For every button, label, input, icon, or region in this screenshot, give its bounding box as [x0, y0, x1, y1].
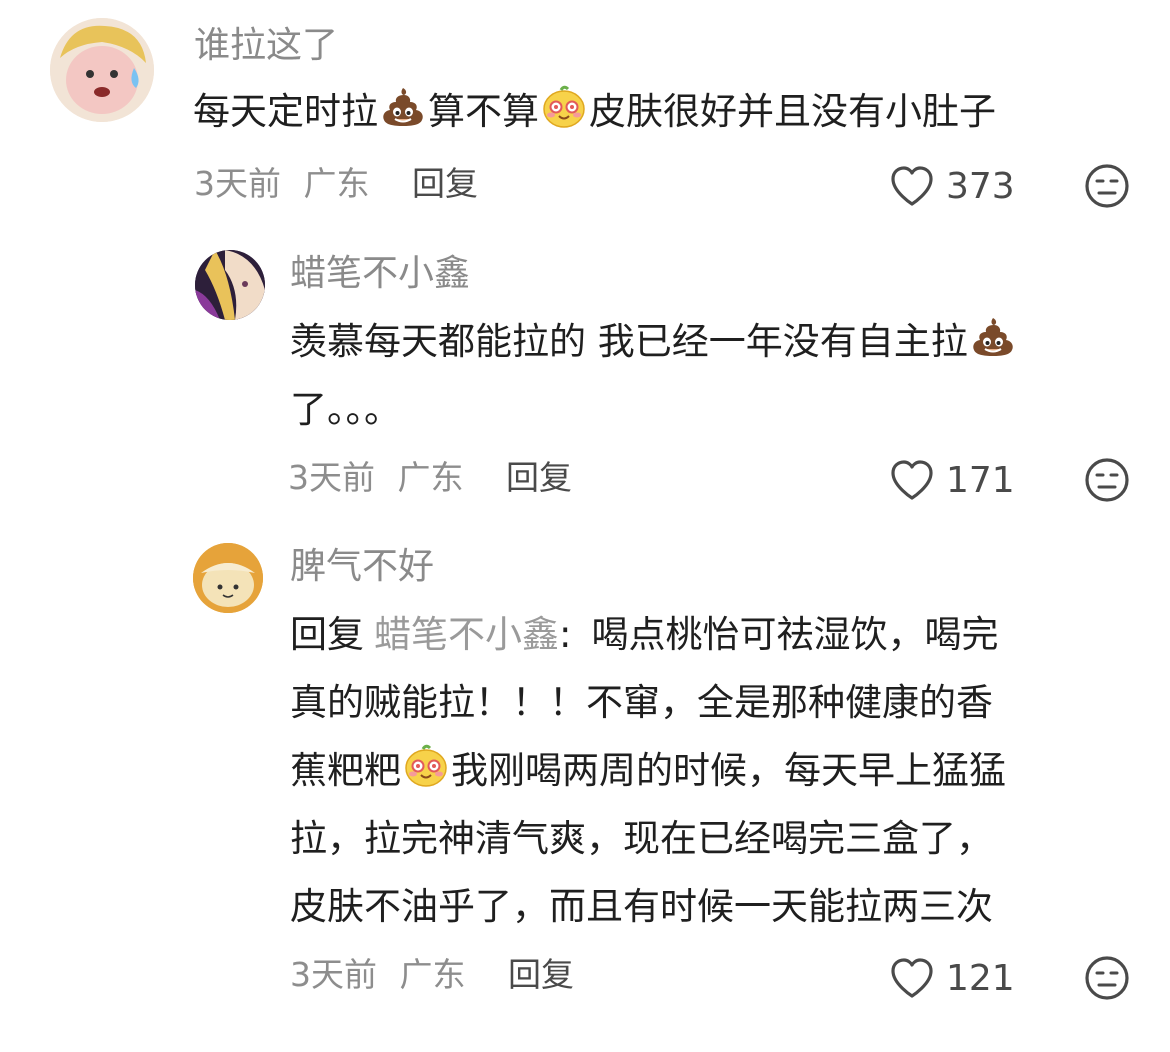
- timestamp: 3天前: [288, 458, 375, 497]
- heart-outline-icon: [888, 163, 936, 211]
- avatar[interactable]: [193, 543, 263, 613]
- reply-item: 脾气不好 回复 蜡笔不小鑫: 喝点桃怡可祛湿饮，喝完 真的贼能拉！！！不窜，全是那种…: [0, 525, 1170, 1052]
- username[interactable]: 脾气不好: [290, 545, 434, 589]
- cute-face-emoji: [541, 84, 587, 130]
- reply-item: 蜡笔不小鑫 羡慕每天都能拉的 我已经一年没有自主拉 了。。。 3天前 广东 回复…: [0, 230, 1170, 520]
- reply-colon: :: [559, 613, 572, 656]
- comment-text-line: 羡慕每天都能拉的 我已经一年没有自主拉: [290, 320, 968, 363]
- avatar-image: [193, 543, 263, 613]
- username[interactable]: 蜡笔不小鑫: [290, 252, 470, 296]
- cute-face-emoji: [403, 743, 449, 789]
- comment-meta: 3天前 广东 回复: [288, 456, 572, 500]
- like-count: 171: [946, 460, 1015, 501]
- comment-text-segment: 蕉粑粑: [290, 749, 401, 792]
- avatar-image: [50, 18, 154, 122]
- timestamp: 3天前: [290, 955, 377, 994]
- like-button[interactable]: 121: [888, 955, 1015, 1003]
- comment-text-segment: 我刚喝两周的时候，每天早上猛猛: [451, 749, 1006, 792]
- comment-text: 羡慕每天都能拉的 我已经一年没有自主拉 了。。。: [290, 308, 1130, 444]
- comment-text-segment: 每天定时拉: [193, 90, 378, 133]
- reply-button[interactable]: 回复: [508, 955, 574, 994]
- avatar-image: [195, 250, 265, 320]
- poop-emoji: [380, 84, 426, 130]
- comment-text-line: 真的贼能拉！！！不窜，全是那种健康的香: [290, 681, 993, 724]
- comment-text-line: 拉，拉完神清气爽，现在已经喝完三盒了，: [290, 817, 993, 860]
- username[interactable]: 谁拉这了: [194, 24, 338, 68]
- comment-text-segment: 皮肤很好并且没有小肚子: [589, 90, 996, 133]
- like-count: 373: [946, 166, 1015, 207]
- comment-text-segment: 算不算: [428, 90, 539, 133]
- comment-text: 每天定时拉 算不算 皮肤很好并且没有小肚子: [193, 78, 1133, 146]
- location: 广东: [399, 955, 466, 994]
- comment-meta: 3天前 广东 回复: [290, 953, 574, 997]
- comment-text-line: 喝点桃怡可祛湿饮，喝完: [591, 613, 999, 656]
- reply-prefix: 回复: [290, 613, 364, 656]
- location: 广东: [303, 164, 370, 203]
- comment-text: 回复 蜡笔不小鑫: 喝点桃怡可祛湿饮，喝完 真的贼能拉！！！不窜，全是那种健康的香 …: [290, 601, 1130, 941]
- poop-emoji: [970, 314, 1016, 360]
- heart-outline-icon: [888, 955, 936, 1003]
- like-button[interactable]: 373: [888, 163, 1015, 211]
- avatar[interactable]: [50, 18, 154, 122]
- heart-outline-icon: [888, 457, 936, 505]
- location: 广东: [397, 458, 464, 497]
- like-count: 121: [946, 958, 1015, 999]
- timestamp: 3天前: [194, 164, 281, 203]
- comment-text-line: 了。。。: [290, 388, 401, 431]
- meh-face-icon[interactable]: [1083, 954, 1131, 1002]
- reply-target-username[interactable]: 蜡笔不小鑫: [374, 613, 559, 656]
- comment-meta: 3天前 广东 回复: [194, 162, 478, 206]
- reply-button[interactable]: 回复: [412, 164, 478, 203]
- comment-item: 谁拉这了 每天定时拉 算不算 皮肤很好并且没有小肚子 3天前 广东 回复 373: [0, 0, 1170, 220]
- avatar[interactable]: [195, 250, 265, 320]
- comment-text-line: 皮肤不油乎了，而且有时候一天能拉两三次: [290, 885, 993, 928]
- reply-button[interactable]: 回复: [506, 458, 572, 497]
- meh-face-icon[interactable]: [1083, 456, 1131, 504]
- like-button[interactable]: 171: [888, 457, 1015, 505]
- meh-face-icon[interactable]: [1083, 162, 1131, 210]
